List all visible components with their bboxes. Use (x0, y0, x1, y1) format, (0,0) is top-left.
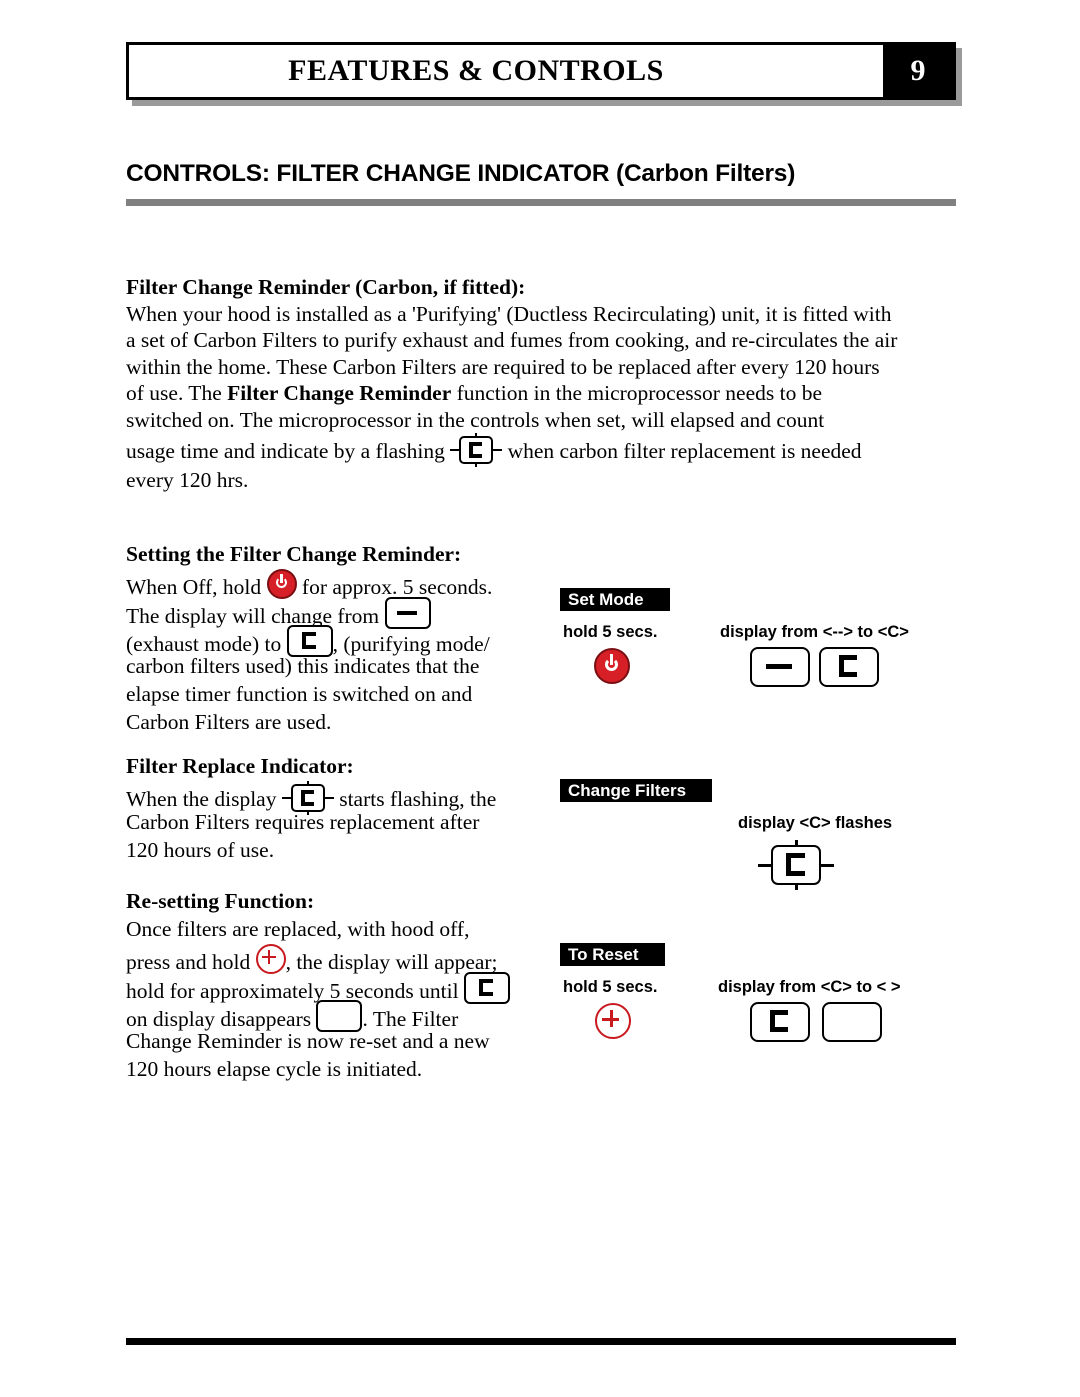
setting-line-4: carbon filters used) this indicates that… (126, 654, 480, 678)
carbon-filter-flash-icon (450, 433, 503, 467)
setting-line-3: (exhaust mode) to , (purifying mode/ (126, 625, 546, 657)
change-filters-display-label: display <C> flashes (738, 814, 893, 832)
display-c-icon (463, 972, 510, 1004)
display-dash-icon (384, 597, 431, 629)
intro-line-6: usage time and indicate by a flashing wh… (126, 433, 966, 467)
to-reset-tag: To Reset (560, 943, 665, 966)
replace-line-1b: starts flashing, the (339, 787, 497, 811)
intro-line-5: switched on. The microprocessor in the c… (126, 407, 825, 432)
intro-line-4-bold: Filter Change Reminder (227, 381, 452, 405)
display-blank-icon (316, 1000, 363, 1032)
replace-line-2: Carbon Filters requires replacement afte… (126, 810, 480, 834)
intro-line-4a: of use. The (126, 381, 228, 405)
header-shadow-right (956, 48, 962, 106)
replace-line-1a: When the display (126, 787, 277, 811)
to-reset-hold-label: hold 5 secs. (563, 978, 658, 996)
intro-heading: Filter Change Reminder (Carbon, if fitte… (126, 275, 526, 299)
replace-heading: Filter Replace Indicator: (126, 754, 354, 778)
reset-section: Re-setting Function: Once filters are re… (126, 888, 556, 1084)
intro-line-2: a set of Carbon Filters to purify exhaus… (126, 328, 898, 352)
reset-line-2b: , the display will appear; (285, 950, 498, 974)
set-mode-display-label: display from <--> to <C> (720, 623, 909, 641)
set-mode-panel: Set Mode hold 5 secs. display from <--> … (560, 588, 909, 693)
intro-paragraph: Filter Change Reminder (Carbon, if fitte… (126, 274, 966, 494)
section-divider (126, 199, 956, 206)
setting-section: Setting the Filter Change Reminder: When… (126, 541, 546, 737)
plus-button-icon (255, 944, 286, 974)
display-blank-icon (822, 1002, 882, 1042)
setting-line-1b: for approx. 5 seconds. (301, 575, 493, 599)
intro-line-6a: usage time and indicate by a flashing (126, 439, 445, 463)
reset-line-6: 120 hours elapse cycle is initiated. (126, 1057, 423, 1081)
reset-heading: Re-setting Function: (126, 889, 315, 913)
set-mode-hold-label: hold 5 secs. (563, 623, 658, 641)
reset-line-2: press and hold , the display will appear… (126, 944, 556, 974)
setting-line-6: Carbon Filters are used. (126, 710, 332, 734)
intro-line-4: of use. The Filter Change Reminder funct… (126, 380, 966, 407)
display-c-icon (819, 647, 879, 687)
display-dash-icon (750, 647, 810, 687)
reset-line-2a: press and hold (126, 950, 251, 974)
header-shadow-bottom (132, 100, 962, 106)
reset-line-5: Change Reminder is now re-set and a new (126, 1029, 490, 1053)
reset-line-4: on display disappears . The Filter (126, 1000, 556, 1032)
replace-section: Filter Replace Indicator: When the displ… (126, 753, 556, 865)
replace-line-3: 120 hours of use. (126, 838, 275, 862)
header-title: FEATURES & CONTROLS (288, 54, 664, 87)
reset-line-1: Once filters are replaced, with hood off… (126, 917, 470, 941)
intro-line-4c: function in the microprocessor needs to … (451, 381, 823, 405)
to-reset-panel: To Reset hold 5 secs. display from <C> t… (560, 943, 900, 1048)
setting-line-2: The display will change from (126, 597, 546, 629)
change-filters-panel: Change Filters display <C> flashes (560, 779, 892, 894)
page-header: FEATURES & CONTROLS 9 (126, 42, 956, 100)
setting-line-5: elapse timer function is switched on and (126, 682, 473, 706)
to-reset-display-label: display from <C> to < > (718, 978, 901, 996)
section-title: CONTROLS: FILTER CHANGE INDICATOR (Carbo… (126, 160, 796, 187)
footer-divider (126, 1338, 956, 1345)
intro-line-6b: when carbon filter replacement is needed (507, 439, 862, 463)
reset-line-3: hold for approximately 5 seconds until (126, 972, 556, 1004)
replace-line-1: When the display starts flashing, the (126, 781, 556, 815)
display-c-icon (750, 1002, 810, 1042)
setting-line-1a: When Off, hold (126, 575, 262, 599)
power-button-icon (594, 648, 630, 684)
carbon-filter-flash-icon (281, 781, 334, 815)
page-number-badge: 9 (883, 45, 953, 97)
intro-line-1: When your hood is installed as a 'Purify… (126, 301, 892, 326)
display-c-icon (286, 625, 333, 657)
intro-line-3: within the home. These Carbon Filters ar… (126, 354, 880, 379)
set-mode-tag: Set Mode (560, 588, 670, 611)
intro-line-7: every 120 hrs. (126, 468, 249, 492)
power-button-icon (266, 569, 297, 599)
plus-button-icon (595, 1003, 631, 1039)
carbon-filter-flash-icon (758, 840, 834, 890)
setting-heading: Setting the Filter Change Reminder: (126, 542, 462, 566)
change-filters-tag: Change Filters (560, 779, 713, 802)
setting-line-1: When Off, hold for approx. 5 seconds. (126, 569, 546, 599)
